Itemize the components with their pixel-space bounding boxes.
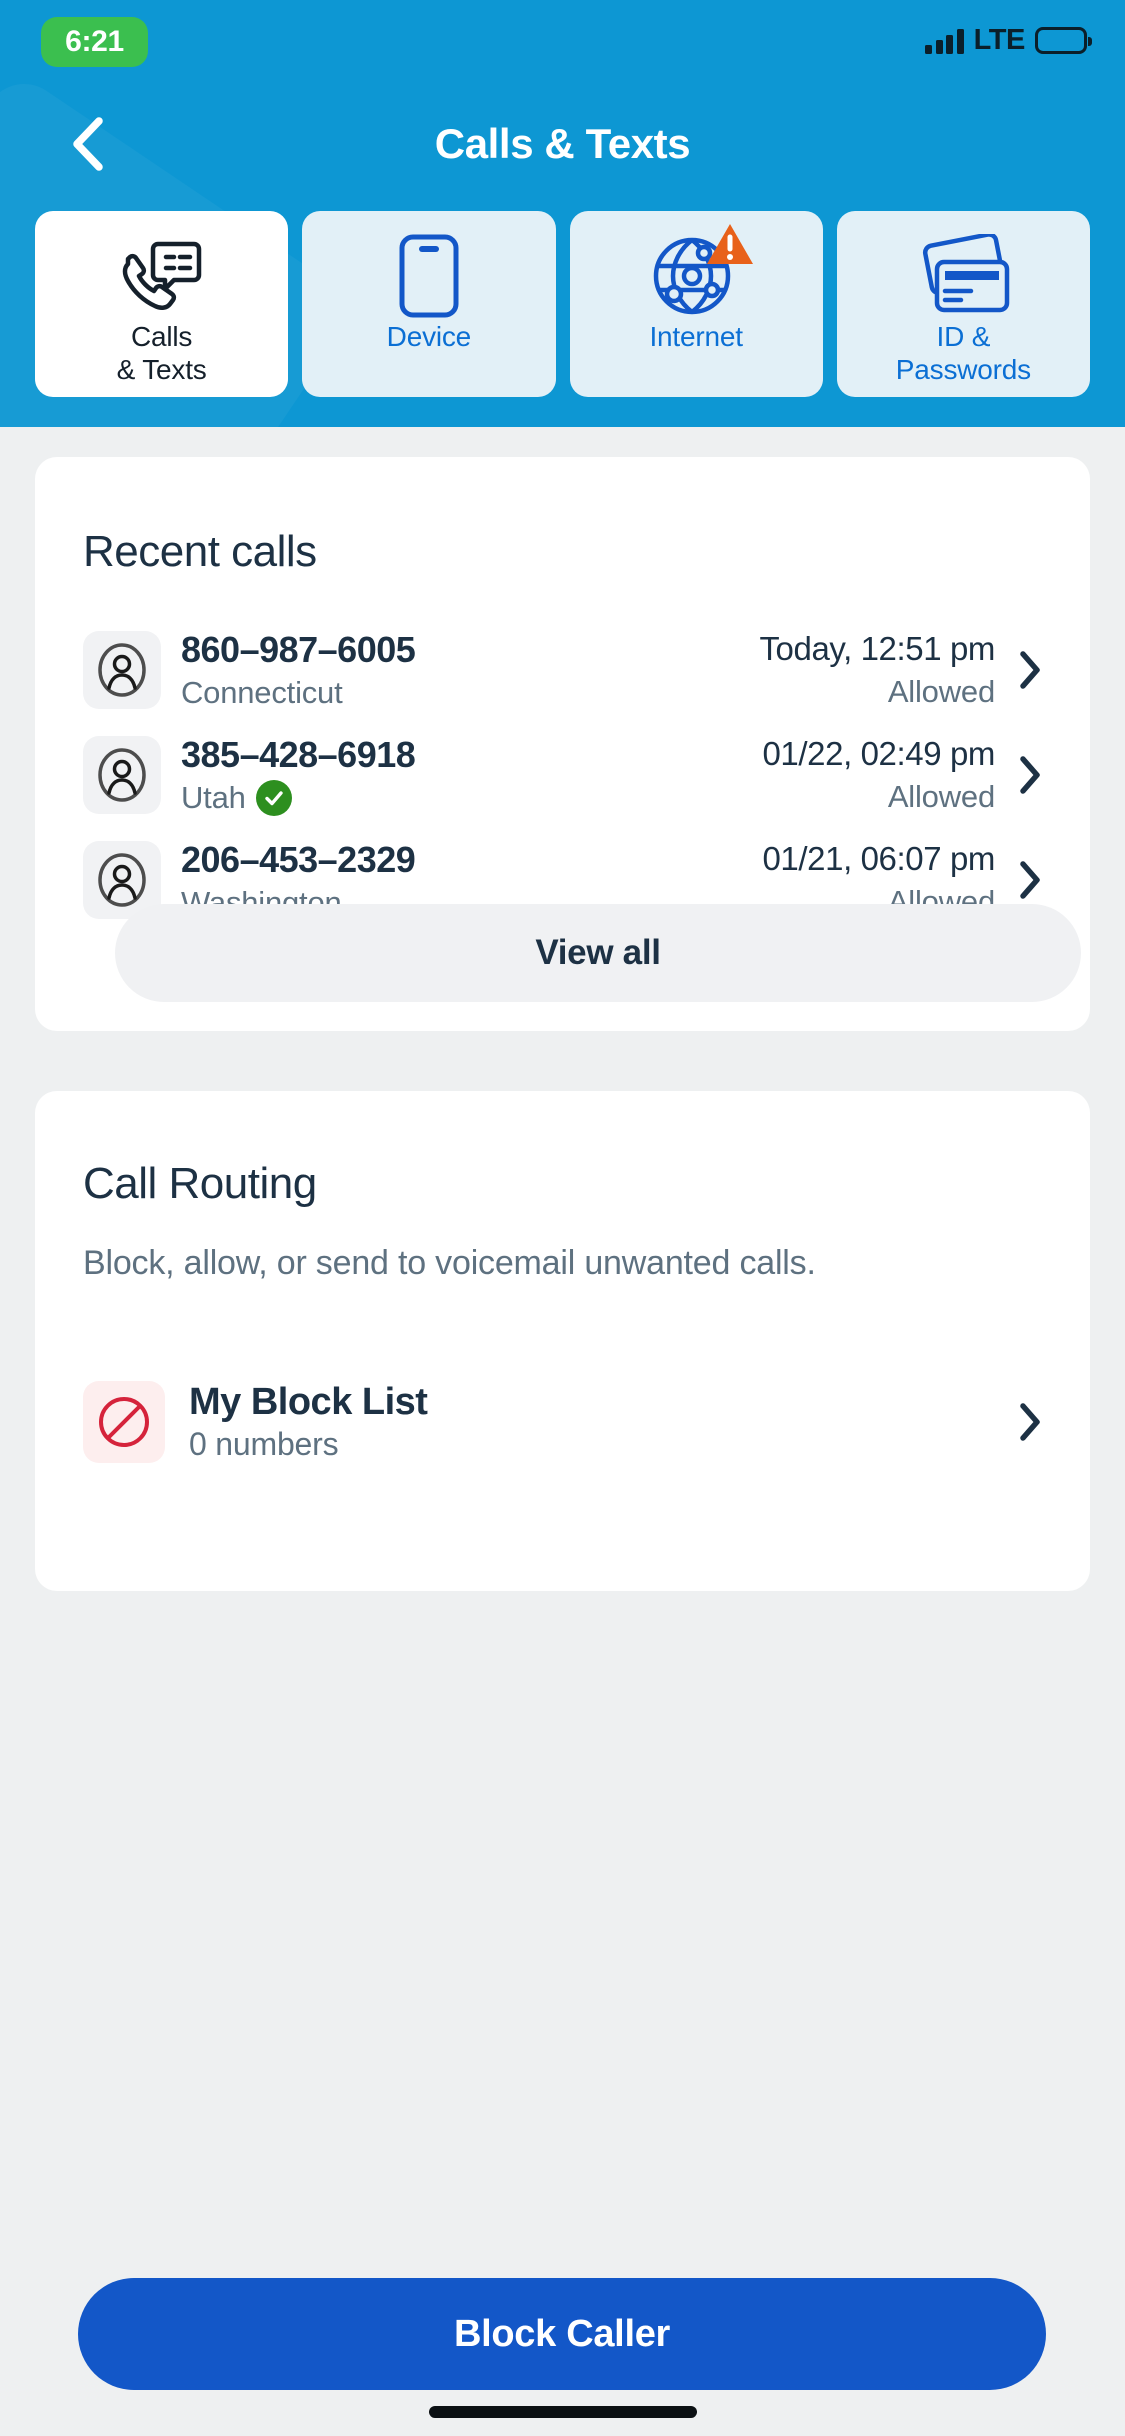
chevron-right-icon [1017,755,1043,795]
chevron-right-icon [1017,1402,1043,1442]
tab-label-id-and-passwords: ID & Passwords [895,321,1031,385]
phone-screen: 6:21 LTE Calls & Texts Calls & Texts Dev… [0,0,1125,2436]
my-block-list-row[interactable]: My Block List 0 numbers [83,1374,1043,1470]
smartphone-icon [398,233,460,319]
status-bar: 6:21 LTE [0,0,1125,96]
person-avatar-icon [83,630,161,709]
view-all-button[interactable]: View all [115,904,1081,1002]
call-identity: 860–987–6005 Connecticut [181,629,481,711]
network-type-label: LTE [973,24,1026,56]
call-timestamp: 01/22, 02:49 pm [762,734,995,772]
tab-internet[interactable]: Internet [569,211,823,397]
status-bar-time-pill: 6:21 [41,17,148,67]
call-phone-number: 385–428–6918 [181,733,416,775]
call-routing-card: Call Routing Block, allow, or send to vo… [35,1091,1090,1591]
navigation-bar: Calls & Texts [0,96,1125,192]
call-list-item[interactable]: 860–987–6005 Connecticut Today, 12:51 pm… [83,617,1043,722]
page-title: Calls & Texts [434,120,691,167]
verified-check-icon [255,779,292,816]
call-status: Allowed [887,673,995,709]
call-meta: 01/22, 02:49 pm Allowed [481,735,1017,815]
tab-calls-and-texts[interactable]: Calls & Texts [35,211,289,397]
call-location: Utah [181,779,481,816]
chevron-right-icon [1017,860,1043,900]
call-phone-number: 206–453–2329 [181,838,416,880]
recent-calls-title: Recent calls [83,527,317,576]
phone-message-icon [114,233,210,319]
call-identity: 385–428–6918 Utah [181,734,481,816]
call-routing-description: Block, allow, or send to voicemail unwan… [83,1244,816,1282]
call-phone-number: 860–987–6005 [181,628,416,670]
status-bar-indicators: LTE [925,24,1092,56]
call-timestamp: 01/21, 06:07 pm [762,839,995,877]
call-location: Connecticut [181,674,343,710]
call-list-item[interactable]: 385–428–6918 Utah 01/22, 02:49 pm Allowe… [83,722,1043,827]
category-tabs: Calls & Texts Device Internet ID & Passw… [35,211,1090,397]
globe-network-icon [650,224,754,319]
person-avatar-icon [83,735,161,814]
recent-calls-list: 860–987–6005 Connecticut Today, 12:51 pm… [83,617,1043,932]
call-meta: Today, 12:51 pm Allowed [481,630,1017,710]
call-routing-title: Call Routing [83,1159,317,1208]
battery-icon [1035,27,1092,54]
call-timestamp: Today, 12:51 pm [759,629,995,667]
block-list-count: 0 numbers [189,1426,339,1462]
call-status: Allowed [887,778,995,814]
block-circle-icon [83,1381,165,1463]
home-indicator [428,2406,697,2418]
block-list-texts: My Block List 0 numbers [189,1381,1017,1463]
block-list-title: My Block List [189,1381,428,1423]
chevron-right-icon [1017,650,1043,690]
recent-calls-card: Recent calls 860–987–6005 Connecticut To… [35,457,1090,1031]
block-caller-button[interactable]: Block Caller [78,2278,1046,2390]
tab-device[interactable]: Device [302,211,556,397]
tab-id-and-passwords[interactable]: ID & Passwords [836,211,1090,397]
signal-bars-icon [925,28,964,54]
id-cards-icon [911,233,1015,319]
tab-label-internet: Internet [649,321,743,352]
status-bar-time: 6:21 [65,25,124,58]
warning-triangle-icon [704,221,756,272]
tab-label-device: Device [386,321,472,352]
tab-label-calls-and-texts: Calls & Texts [116,321,207,385]
